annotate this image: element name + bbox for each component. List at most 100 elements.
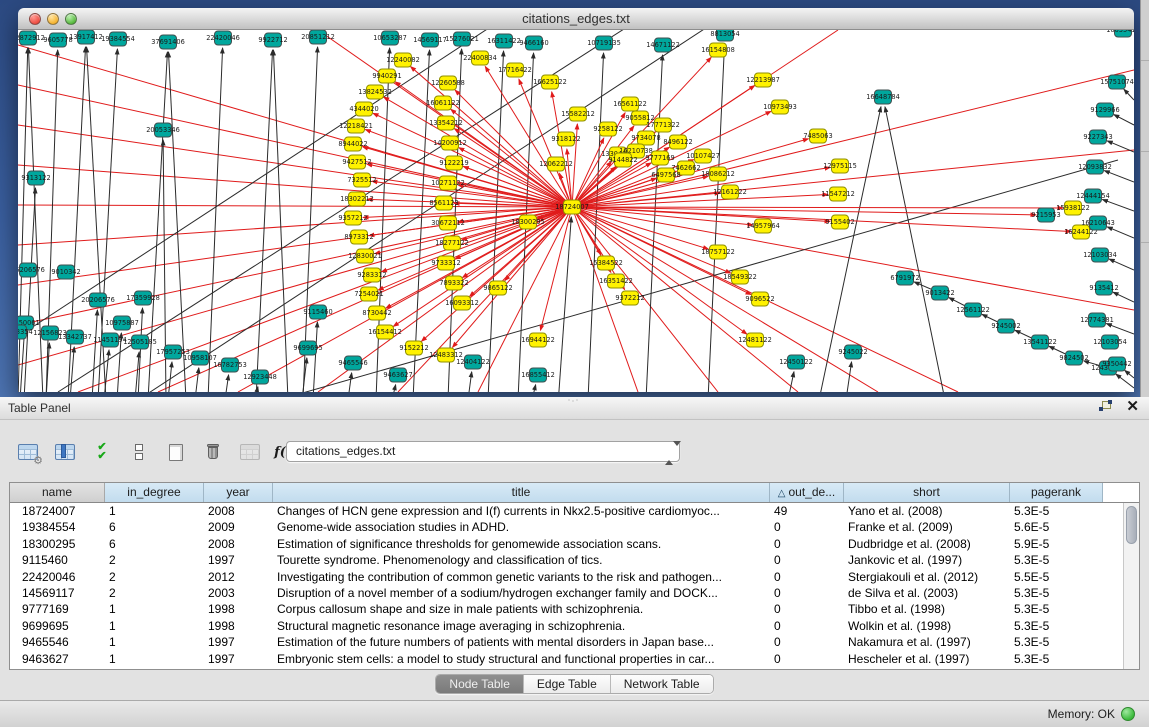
graph-node-label: 12444154	[1076, 192, 1110, 200]
graph-node-label: 9865122	[483, 284, 512, 292]
table-row[interactable]: 977716911998Corpus callosum shape and si…	[10, 601, 1123, 617]
table-row[interactable]: 946554611997Estimation of the future num…	[10, 634, 1123, 650]
table-cell: Structural magnetic resonance image aver…	[273, 618, 770, 634]
window-close-button[interactable]	[29, 13, 41, 25]
graph-node-label: 12218421	[339, 122, 373, 130]
table-panel-header: Table Panel ✕	[0, 397, 1149, 420]
table-cell: 1997	[204, 552, 273, 568]
graph-node-label: 9013422	[925, 289, 954, 297]
table-header-row: namein_degreeyeartitle△out_de...shortpag…	[10, 483, 1139, 503]
close-icon[interactable]: ✕	[1126, 400, 1139, 414]
table-cell: Wolkin et al. (1998)	[844, 618, 1010, 634]
status-bar: Memory: OK	[0, 700, 1149, 727]
graph-node-label: 10271122	[431, 179, 465, 187]
table-cell: 0	[770, 634, 844, 650]
graph-node-label: 8496122	[663, 138, 692, 146]
delete-icon[interactable]	[201, 441, 225, 463]
table-row[interactable]: 946362711997Embryonic stem cells: a mode…	[10, 651, 1123, 667]
graph-node-label: 8944022	[338, 140, 367, 148]
row-height-icon[interactable]	[127, 441, 151, 463]
tab-node-table[interactable]: Node Table	[436, 675, 524, 693]
table-cell: 9115460	[10, 552, 105, 568]
column-header-in_degree[interactable]: in_degree	[105, 483, 204, 502]
network-window-titlebar[interactable]: citations_edges.txt	[18, 8, 1134, 30]
graph-node-label: 30672112	[431, 219, 465, 227]
table-cell: 0	[770, 536, 844, 552]
window-minimize-button[interactable]	[47, 13, 59, 25]
table-row[interactable]: 1830029562008Estimation of significance …	[10, 536, 1123, 552]
panel-resize-grip[interactable]	[566, 398, 580, 403]
table-settings-icon[interactable]: ⚙	[16, 441, 40, 463]
graph-node-label: 7254021	[354, 290, 383, 298]
tab-edge-table[interactable]: Edge Table	[524, 675, 611, 693]
table-cell: 1	[105, 651, 204, 667]
vertical-scrollbar[interactable]	[1123, 503, 1139, 669]
table-cell: 9465546	[10, 634, 105, 650]
table-cell: Tibbo et al. (1998)	[844, 601, 1010, 617]
new-file-icon[interactable]	[164, 441, 188, 463]
graph-node-label: 9227343	[1083, 133, 1112, 141]
column-header-year[interactable]: year	[204, 483, 273, 502]
graph-node-label: 12505185	[123, 338, 157, 346]
window-zoom-button[interactable]	[65, 13, 77, 25]
graph-node-label: 16154808	[701, 46, 735, 54]
network-window[interactable]: citations_edges.txt 18724007122400829940…	[18, 8, 1134, 392]
graph-node-label: 9699695	[293, 344, 322, 352]
graph-node-label: 12103034	[1083, 251, 1117, 259]
column-header-out_de[interactable]: △out_de...	[770, 483, 844, 502]
table-row[interactable]: 1938455462009Genome-wide association stu…	[10, 519, 1123, 535]
graph-edge	[1107, 141, 1134, 152]
table-cell: 9699695	[10, 618, 105, 634]
float-window-icon[interactable]	[1099, 401, 1112, 413]
graph-node-label: 19384554	[101, 35, 135, 43]
show-column-icon[interactable]	[53, 441, 77, 463]
table-row[interactable]: 969969511998Structural magnetic resonanc…	[10, 618, 1123, 634]
table-row[interactable]: 1872400712008Changes of HCN gene express…	[10, 503, 1123, 519]
table-cell: Jankovic et al. (1997)	[844, 552, 1010, 568]
graph-node-label: 10975887	[105, 319, 139, 327]
column-header-pagerank[interactable]: pagerank	[1010, 483, 1103, 502]
table-row[interactable]: 1456911722003Disruption of a novel membe…	[10, 585, 1123, 601]
graph-node-label: 12872912	[18, 34, 45, 42]
scrollbar-thumb[interactable]	[1126, 506, 1137, 544]
graph-edge	[393, 207, 572, 326]
table-select-dropdown[interactable]: citations_edges.txt	[286, 441, 680, 462]
table-cell: 1	[105, 618, 204, 634]
graph-node-label: 6791972	[890, 274, 919, 282]
graph-node-label: 9144822	[608, 156, 637, 164]
table-cell: Tourette syndrome. Phenomenology and cla…	[273, 552, 770, 568]
edit-columns-icon[interactable]: ✔✔	[90, 441, 114, 463]
column-header-short[interactable]: short	[844, 483, 1010, 502]
column-header-title[interactable]: title	[273, 483, 770, 502]
column-header-name[interactable]: name	[10, 483, 105, 502]
graph-node-label: 6497568	[651, 171, 680, 179]
graph-node-label: 9129966	[1090, 106, 1119, 114]
graph-node-label: 16035412	[1106, 30, 1134, 34]
table-cell: 22420046	[10, 569, 105, 585]
graph-edge	[1109, 259, 1134, 270]
graph-node-label: 4344020	[349, 105, 378, 113]
table-cell: 0	[770, 519, 844, 535]
network-canvas[interactable]: 1872400712240082994029113824532434402012…	[18, 30, 1134, 392]
graph-node-label: 10973493	[763, 103, 797, 111]
graph-node-label: 7893322	[439, 279, 468, 287]
graph-node-label: 13354212	[429, 119, 463, 127]
graph-node-label: 10107427	[686, 152, 720, 160]
graph-node-label: 12062212	[539, 160, 573, 168]
tab-network-table[interactable]: Network Table	[611, 675, 713, 693]
table-cell: 0	[770, 601, 844, 617]
table-row[interactable]: 911546021997Tourette syndrome. Phenomeno…	[10, 552, 1123, 568]
graph-node-label: 9313122	[21, 174, 50, 182]
memory-status-icon[interactable]	[1121, 707, 1135, 721]
graph-node-label: 12450122	[779, 358, 813, 366]
graph-node-label: 12161222	[713, 188, 747, 196]
table-cell: Disruption of a novel member of a sodium…	[273, 585, 770, 601]
graph-node-label: 16855412	[521, 371, 555, 379]
table-cell: 5.3E-5	[1010, 601, 1103, 617]
graph-node-label: 17716422	[498, 66, 532, 74]
table-cell: 5.3E-5	[1010, 651, 1103, 667]
sort-ascending-icon: △	[778, 488, 786, 499]
graph-node-label: 12481122	[738, 336, 772, 344]
table-cell: Hescheler et al. (1997)	[844, 651, 1010, 667]
table-row[interactable]: 2242004622012Investigating the contribut…	[10, 569, 1123, 585]
